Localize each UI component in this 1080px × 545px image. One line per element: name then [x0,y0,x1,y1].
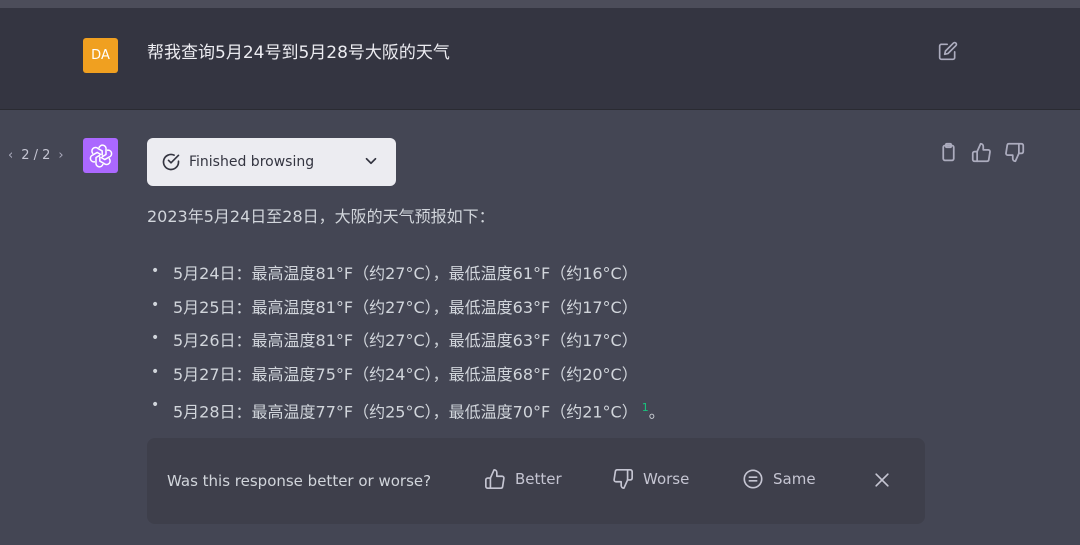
worse-button[interactable]: Worse [612,468,689,490]
list-item: 5月24日：最高温度81°F（约27°C），最低温度61°F（约16°C） [150,257,665,294]
thumbs-down-icon [612,468,634,490]
user-message-row: DA 帮我查询5月24号到5月28号大阪的天气 [0,8,1080,110]
equals-circle-icon [742,468,764,490]
browsing-status-button[interactable]: Finished browsing [147,138,396,186]
citation-link[interactable]: 1 [642,401,649,414]
response-intro: 2023年5月24日至28日，大阪的天气预报如下： [147,207,495,226]
thumbs-down-icon[interactable] [1004,142,1025,163]
check-circle-icon [161,152,181,172]
feedback-panel: Was this response better or worse? Bette… [147,438,925,524]
thumbs-up-icon[interactable] [971,142,992,163]
list-item: 5月25日：最高温度81°F（约27°C），最低温度63°F（约17°C） [150,291,665,328]
list-item: 5月27日：最高温度75°F（约24°C），最低温度68°F（约20°C） [150,358,665,395]
same-label: Same [773,470,816,488]
clipboard-icon[interactable] [938,142,959,163]
message-actions [938,142,1025,163]
user-avatar: DA [83,38,118,73]
chevron-down-icon [362,152,380,170]
browsing-status-label: Finished browsing [189,154,315,170]
list-item: 5月26日：最高温度81°F（约27°C），最低温度63°F（约17°C） [150,324,665,361]
feedback-question: Was this response better or worse? [167,472,432,490]
better-button[interactable]: Better [484,468,562,490]
thumbs-up-icon [484,468,506,490]
user-message-text: 帮我查询5月24号到5月28号大阪的天气 [147,43,450,63]
close-icon[interactable] [872,470,892,490]
assistant-avatar [83,138,118,173]
pager-prev-button[interactable]: ‹ [8,148,13,163]
openai-logo-icon [89,143,113,168]
forecast-list: 5月24日：最高温度81°F（约27°C），最低温度61°F（约16°C） 5月… [150,257,665,428]
pager-next-button[interactable]: › [58,148,63,163]
same-button[interactable]: Same [742,468,816,490]
edit-icon[interactable] [938,41,958,61]
list-item-suffix: 。 [648,402,665,422]
response-pager: ‹ 2 / 2 › [8,148,64,163]
top-strip [0,0,1080,8]
pager-label: 2 / 2 [21,148,51,163]
list-item: 5月28日：最高温度77°F（约25°C），最低温度70°F（约21°C）1。 [150,391,665,428]
better-label: Better [515,470,562,488]
worse-label: Worse [643,470,690,488]
